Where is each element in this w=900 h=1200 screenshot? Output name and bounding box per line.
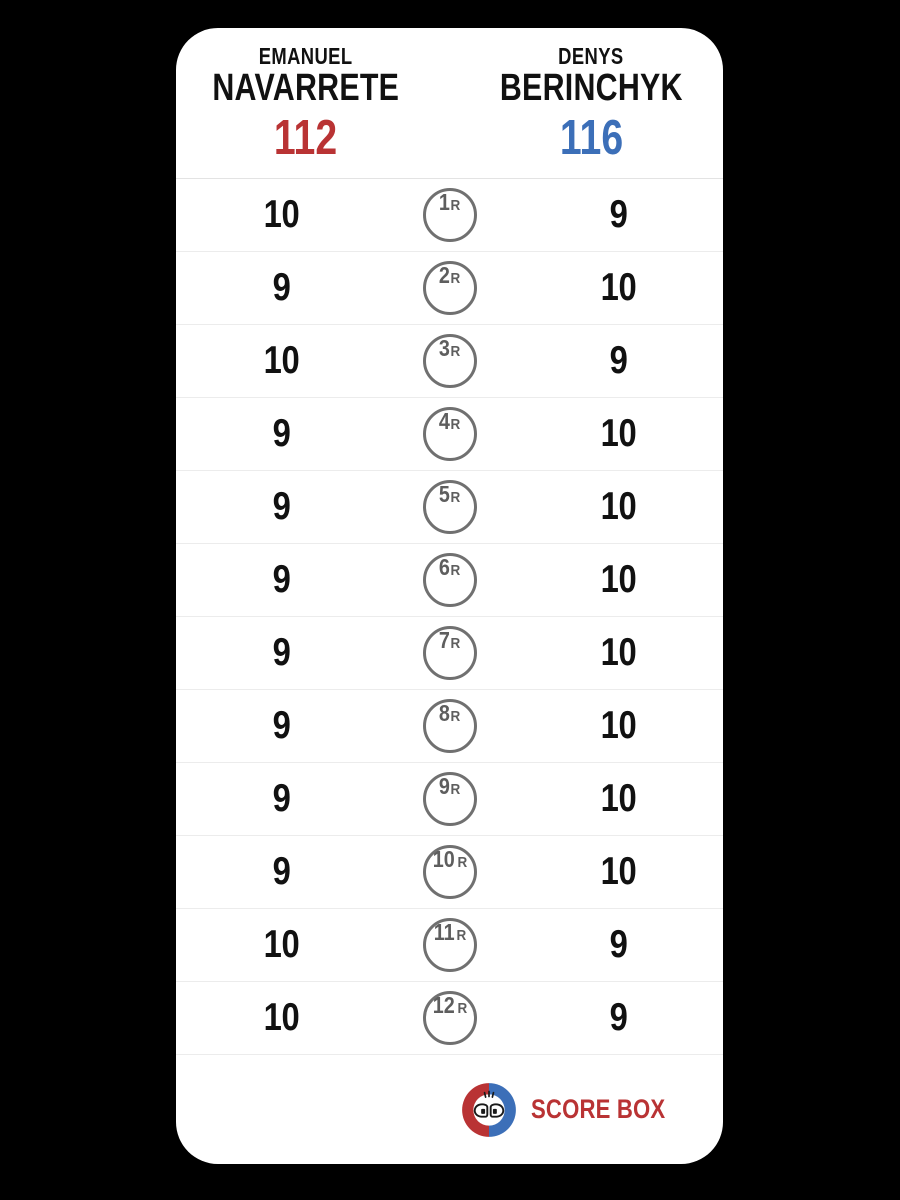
round-suffix: R <box>451 562 461 579</box>
screenshot-root: EMANUEL NAVARRETE 112 DENYS BERINCHYK 11… <box>0 0 900 1200</box>
round-suffix: R <box>451 416 461 433</box>
score-right: 10 <box>600 412 636 455</box>
table-row: 10 1 R 9 <box>176 179 723 252</box>
score-left: 9 <box>272 704 291 747</box>
score-right: 9 <box>609 339 627 382</box>
round-suffix: R <box>451 635 461 652</box>
round-suffix: R <box>456 927 467 944</box>
round-suffix: R <box>451 489 461 506</box>
round-number: 3 <box>438 335 450 361</box>
fighter-left-last-name: NAVARRETE <box>212 67 400 110</box>
table-row: 10 3 R 9 <box>176 325 723 398</box>
score-left: 9 <box>272 485 291 528</box>
score-right: 9 <box>609 193 627 236</box>
score-left: 9 <box>272 266 291 309</box>
table-row: 9 8 R 10 <box>176 690 723 763</box>
round-suffix: R <box>457 1000 468 1017</box>
score-right: 9 <box>609 923 627 966</box>
score-left: 9 <box>272 412 291 455</box>
brand-logo: SCORE BOX <box>461 1082 695 1138</box>
round-number: 11 <box>433 919 455 945</box>
score-right: 10 <box>600 558 636 601</box>
score-left: 10 <box>263 923 300 966</box>
round-number: 1 <box>438 189 450 215</box>
round-badge: 8R <box>422 699 477 753</box>
fighter-right-first-name: DENYS <box>558 43 624 69</box>
round-suffix: R <box>451 708 461 725</box>
round-number: 6 <box>438 554 450 580</box>
table-row: 10 12 R 9 <box>176 982 723 1055</box>
table-row: 9 2 R 10 <box>176 252 723 325</box>
table-row: 9 5 R 10 <box>176 471 723 544</box>
round-suffix: R <box>451 343 461 360</box>
round-badge: 2R <box>422 261 477 315</box>
score-right: 10 <box>600 850 636 893</box>
round-badge: 1R <box>422 188 477 242</box>
score-left: 9 <box>272 631 291 674</box>
fighter-right-total-score: 116 <box>559 110 623 165</box>
table-row: 9 9 R 10 <box>176 763 723 836</box>
round-badge: 4R <box>422 407 477 461</box>
round-rows: 10 1 R 9 9 2 R 10 10 3 R 9 9 4 R 10 9 5 R 10 9 6 R 10 9 7 R 10 9 8 R 10… <box>176 179 723 1055</box>
score-right: 10 <box>600 631 636 674</box>
scorecard: EMANUEL NAVARRETE 112 DENYS BERINCHYK 11… <box>176 28 723 1164</box>
scorecard-header: EMANUEL NAVARRETE 112 DENYS BERINCHYK 11… <box>176 28 723 178</box>
fighter-right: DENYS BERINCHYK 116 <box>450 28 724 178</box>
fighter-right-last-name: BERINCHYK <box>499 67 683 110</box>
fighter-left: EMANUEL NAVARRETE 112 <box>176 28 450 178</box>
score-right: 10 <box>600 266 636 309</box>
score-left: 9 <box>272 850 291 893</box>
score-left: 10 <box>263 193 300 236</box>
round-number: 12 <box>433 992 456 1018</box>
table-row: 9 4 R 10 <box>176 398 723 471</box>
round-number: 10 <box>433 846 456 872</box>
score-left: 9 <box>272 558 291 601</box>
score-left: 10 <box>263 339 300 382</box>
fighter-left-first-name: EMANUEL <box>258 43 353 69</box>
score-right: 10 <box>600 704 636 747</box>
round-number: 9 <box>438 773 450 799</box>
round-number: 8 <box>438 700 450 726</box>
round-badge: 5R <box>422 480 477 534</box>
round-number: 5 <box>438 481 450 507</box>
round-badge: 6R <box>422 553 477 607</box>
round-badge: 3R <box>422 334 477 388</box>
round-suffix: R <box>451 197 461 214</box>
table-row: 9 6 R 10 <box>176 544 723 617</box>
table-row: 9 7 R 10 <box>176 617 723 690</box>
boxing-gloves-icon <box>461 1082 517 1138</box>
score-right: 10 <box>600 485 636 528</box>
table-row: 9 10 R 10 <box>176 836 723 909</box>
score-right: 10 <box>600 777 636 820</box>
round-badge: 12 R <box>422 991 477 1045</box>
round-badge: 9R <box>422 772 477 826</box>
scorecard-footer: SCORE BOX <box>176 1055 723 1164</box>
brand-name: SCORE BOX <box>531 1094 666 1124</box>
table-row: 10 11 R 9 <box>176 909 723 982</box>
round-badge: 11 R <box>422 918 477 972</box>
round-badge: 7R <box>422 626 477 680</box>
round-suffix: R <box>451 270 461 287</box>
round-number: 7 <box>438 627 450 653</box>
round-suffix: R <box>457 854 468 871</box>
round-badge: 10 R <box>422 845 477 899</box>
fighter-left-total-score: 112 <box>274 110 338 165</box>
score-right: 9 <box>609 996 627 1039</box>
score-left: 10 <box>263 996 300 1039</box>
score-left: 9 <box>272 777 291 820</box>
round-number: 2 <box>438 262 450 288</box>
round-suffix: R <box>451 781 461 798</box>
round-number: 4 <box>438 408 450 434</box>
